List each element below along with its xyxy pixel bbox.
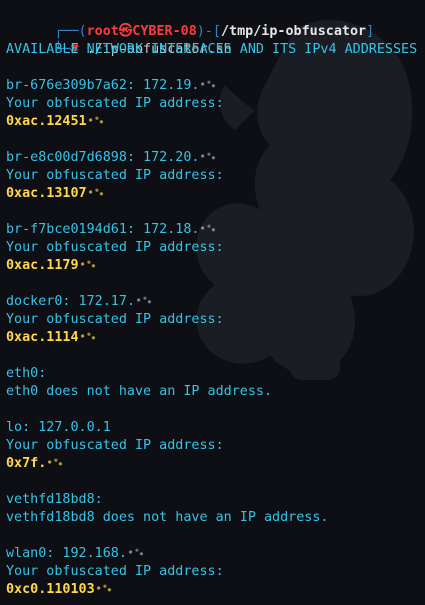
no-ip-message: eth0 does not have an IP address. xyxy=(6,384,273,399)
redacted-mark xyxy=(86,114,105,126)
prompt-line: ┌──(root㉿CYBER-08)-[/tmp/ip-obfuscator] xyxy=(6,5,421,39)
interface-line: docker0: 172.17. xyxy=(6,293,421,311)
redacted-mark xyxy=(199,78,218,90)
redacted-mark xyxy=(78,258,97,270)
output-header: AVAILABLE NETWORK INTERFACES AND ITS IPv… xyxy=(6,42,418,57)
terminal-window[interactable]: ┌──(root㉿CYBER-08)-[/tmp/ip-obfuscator] … xyxy=(0,0,425,605)
obfuscated-label: Your obfuscated IP address: xyxy=(6,564,224,579)
redacted-mark xyxy=(199,150,218,162)
redacted-mark xyxy=(46,456,65,468)
redacted-mark xyxy=(199,222,218,234)
interface-line: lo: 127.0.0.1 xyxy=(6,420,111,435)
redacted-mark xyxy=(126,546,145,558)
redacted-mark xyxy=(78,330,97,342)
redacted-mark xyxy=(86,186,105,198)
redacted-mark xyxy=(94,582,113,594)
redacted-mark xyxy=(135,294,153,306)
interface-line: br-e8c00d7d6898: 172.20. xyxy=(6,149,421,167)
obfuscated-value: 0x7f. xyxy=(6,455,421,473)
obfuscated-value: 0xc0.110103 xyxy=(6,581,421,599)
obfuscated-label: Your obfuscated IP address: xyxy=(6,438,224,453)
obfuscated-label: Your obfuscated IP address: xyxy=(6,168,224,183)
interface-line: vethfd18bd8: xyxy=(6,492,103,507)
obfuscated-value: 0xac.1179 xyxy=(6,257,421,275)
obfuscated-label: Your obfuscated IP address: xyxy=(6,240,224,255)
interface-line: br-676e309b7a62: 172.19. xyxy=(6,77,421,95)
no-ip-message: vethfd18bd8 does not have an IP address. xyxy=(6,510,329,525)
interface-line: wlan0: 192.168. xyxy=(6,545,421,563)
obfuscated-value: 0xac.13107 xyxy=(6,185,421,203)
obfuscated-label: Your obfuscated IP address: xyxy=(6,312,224,327)
interface-line: eth0: xyxy=(6,366,47,381)
obfuscated-value: 0xac.12451 xyxy=(6,113,421,131)
obfuscated-value: 0xac.1114 xyxy=(6,329,421,347)
obfuscated-label: Your obfuscated IP address: xyxy=(6,96,224,111)
command-line: └─# ./ip-obfuscator.sh xyxy=(6,23,421,57)
terminal-output: ┌──(root㉿CYBER-08)-[/tmp/ip-obfuscator] … xyxy=(6,5,421,599)
interface-line: br-f7bce0194d61: 172.18. xyxy=(6,221,421,239)
